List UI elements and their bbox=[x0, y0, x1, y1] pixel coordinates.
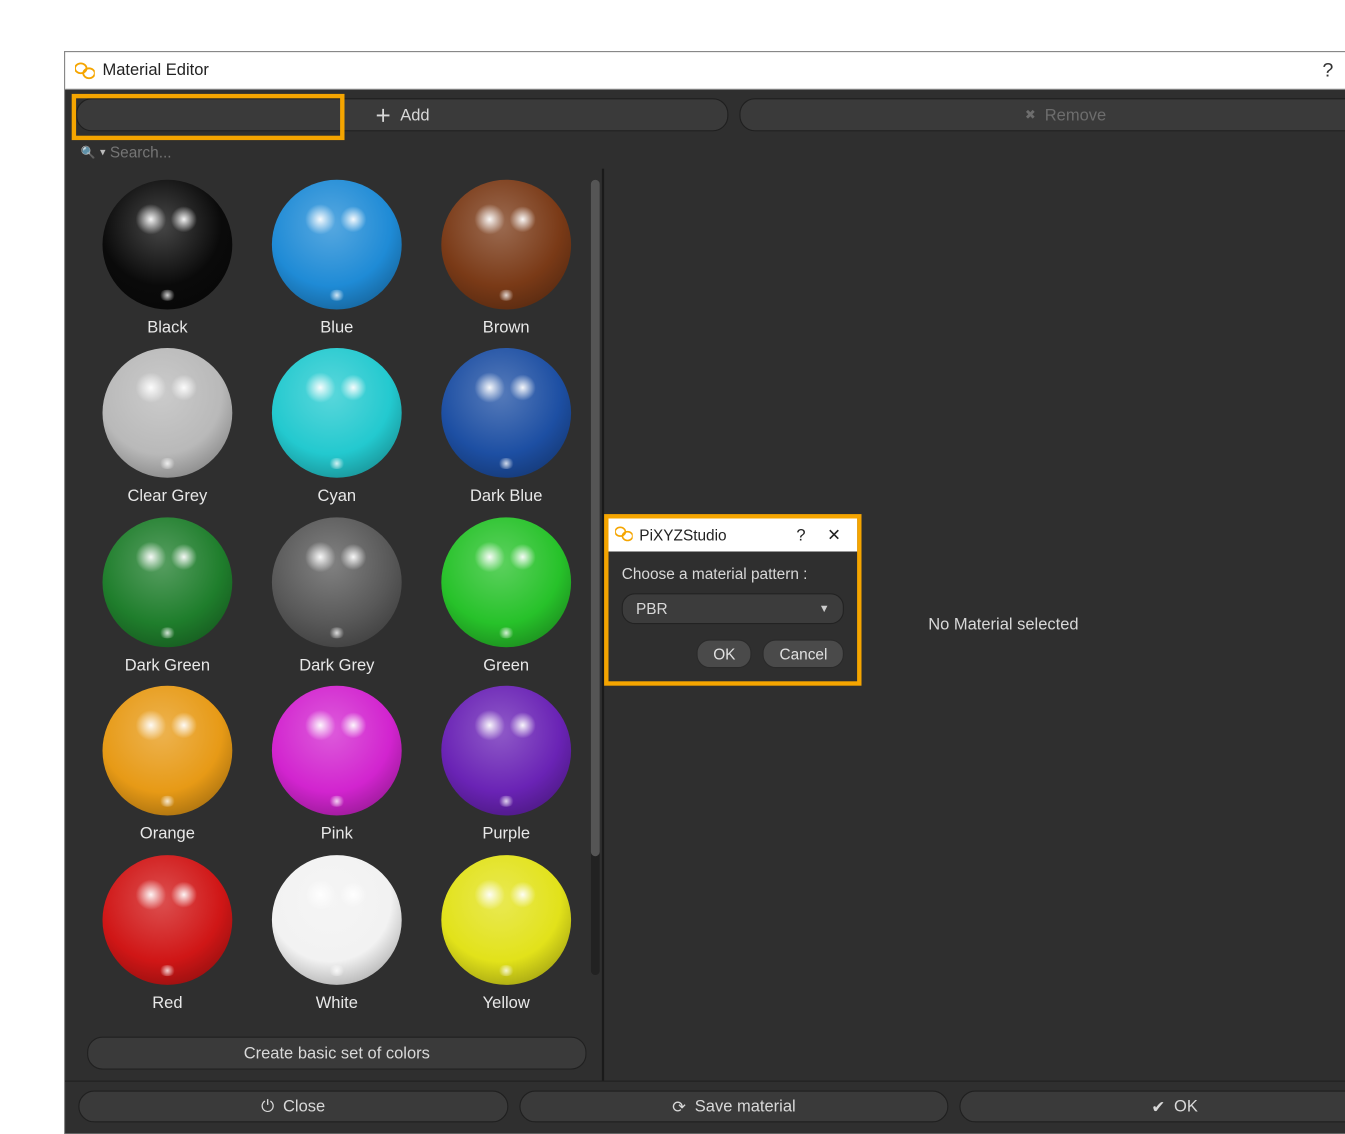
dialog-cancel-label: Cancel bbox=[779, 645, 827, 663]
create-basic-colors-label: Create basic set of colors bbox=[243, 1043, 429, 1062]
dialog-body: Choose a material pattern : PBR ▼ OK Can… bbox=[608, 551, 857, 681]
dialog-cancel-button[interactable]: Cancel bbox=[762, 639, 843, 668]
search-dropdown-icon[interactable]: ▾ bbox=[99, 146, 105, 158]
material-sphere-icon bbox=[441, 179, 571, 309]
dialog-help-button[interactable]: ? bbox=[784, 525, 817, 544]
dialog-title: PiXYZStudio bbox=[639, 526, 784, 544]
material-label: Cyan bbox=[317, 487, 356, 506]
material-editor-window: Material Editor ? ✕ ＋ Add ✖ Remove 🔍 ▾ B… bbox=[64, 51, 1345, 1134]
titlebar: Material Editor ? ✕ bbox=[65, 52, 1345, 89]
footer: ⏻ Close ⟳ Save material ✔ OK bbox=[65, 1080, 1345, 1133]
material-sphere-icon bbox=[102, 685, 232, 815]
remove-button-label: Remove bbox=[1044, 105, 1105, 124]
dialog-ok-button[interactable]: OK bbox=[696, 639, 751, 668]
material-label: Dark Grey bbox=[299, 655, 374, 674]
material-swatch[interactable]: Brown bbox=[423, 179, 588, 343]
create-basic-colors-button[interactable]: Create basic set of colors bbox=[87, 1036, 586, 1069]
search-row: 🔍 ▾ bbox=[65, 140, 1345, 169]
scrollbar[interactable] bbox=[590, 179, 599, 974]
material-label: Purple bbox=[482, 824, 530, 843]
material-swatch[interactable]: Red bbox=[84, 854, 249, 1018]
material-sphere-icon bbox=[441, 348, 571, 478]
material-swatch[interactable]: Black bbox=[84, 179, 249, 343]
power-icon: ⏻ bbox=[261, 1097, 274, 1116]
material-swatch[interactable]: Dark Blue bbox=[423, 348, 588, 512]
remove-button[interactable]: ✖ Remove bbox=[739, 98, 1345, 131]
add-button-label: Add bbox=[400, 105, 429, 124]
ok-label: OK bbox=[1174, 1097, 1198, 1116]
material-label: Clear Grey bbox=[127, 487, 207, 506]
dialog-buttons: OK Cancel bbox=[621, 639, 843, 668]
pattern-select-value: PBR bbox=[636, 599, 668, 617]
material-label: Dark Green bbox=[124, 655, 209, 674]
material-label: Green bbox=[483, 655, 529, 674]
refresh-icon: ⟳ bbox=[672, 1096, 686, 1116]
no-material-label: No Material selected bbox=[928, 615, 1078, 634]
material-swatch[interactable]: Dark Grey bbox=[254, 517, 419, 681]
material-sphere-icon bbox=[441, 854, 571, 984]
dialog-ok-label: OK bbox=[713, 645, 735, 663]
app-logo-icon bbox=[73, 59, 95, 81]
material-label: Black bbox=[147, 318, 187, 337]
material-sphere-icon bbox=[271, 179, 401, 309]
material-label: Dark Blue bbox=[469, 487, 541, 506]
material-label: Orange bbox=[139, 824, 194, 843]
dialog-close-button[interactable]: ✕ bbox=[817, 525, 850, 545]
material-swatch[interactable]: Yellow bbox=[423, 854, 588, 1018]
material-swatch[interactable]: Cyan bbox=[254, 348, 419, 512]
material-grid: Black Blue Brown Clear Grey Cyan Dark Blue Dar… bbox=[71, 168, 601, 1029]
material-swatch[interactable]: White bbox=[254, 854, 419, 1018]
save-label: Save material bbox=[694, 1097, 795, 1116]
material-swatch[interactable]: Blue bbox=[254, 179, 419, 343]
material-list-pane: Black Blue Brown Clear Grey Cyan Dark Blue Dar… bbox=[65, 168, 604, 1080]
remove-icon: ✖ bbox=[1024, 107, 1035, 122]
dialog-titlebar: PiXYZStudio ? ✕ bbox=[608, 518, 857, 551]
dialog-logo-icon bbox=[615, 525, 635, 545]
material-swatch[interactable]: Pink bbox=[254, 685, 419, 849]
material-sphere-icon bbox=[441, 685, 571, 815]
material-label: Brown bbox=[482, 318, 529, 337]
help-button[interactable]: ? bbox=[1305, 58, 1345, 81]
material-sphere-icon bbox=[271, 685, 401, 815]
material-label: Blue bbox=[320, 318, 353, 337]
material-sphere-icon bbox=[271, 348, 401, 478]
check-icon: ✔ bbox=[1151, 1096, 1165, 1116]
material-sphere-icon bbox=[271, 854, 401, 984]
material-label: Yellow bbox=[482, 993, 529, 1012]
material-swatch[interactable]: Dark Green bbox=[84, 517, 249, 681]
material-sphere-icon bbox=[102, 517, 232, 647]
plus-icon: ＋ bbox=[374, 103, 391, 126]
ok-button[interactable]: ✔ OK bbox=[959, 1090, 1345, 1122]
scrollbar-thumb[interactable] bbox=[590, 179, 599, 855]
material-sphere-icon bbox=[102, 854, 232, 984]
material-label: White bbox=[315, 993, 357, 1012]
material-swatch[interactable]: Orange bbox=[84, 685, 249, 849]
material-sphere-icon bbox=[102, 348, 232, 478]
search-icon: 🔍 bbox=[80, 145, 95, 159]
material-swatch[interactable]: Clear Grey bbox=[84, 348, 249, 512]
dialog-prompt: Choose a material pattern : bbox=[621, 564, 843, 582]
material-label: Pink bbox=[320, 824, 352, 843]
add-button[interactable]: ＋ Add bbox=[76, 98, 728, 131]
close-label: Close bbox=[283, 1097, 325, 1116]
caret-down-icon: ▼ bbox=[818, 602, 829, 614]
save-material-button[interactable]: ⟳ Save material bbox=[519, 1090, 949, 1122]
material-swatch[interactable]: Green bbox=[423, 517, 588, 681]
window-title: Material Editor bbox=[102, 60, 1305, 79]
pattern-dialog: PiXYZStudio ? ✕ Choose a material patter… bbox=[604, 514, 861, 686]
material-swatch[interactable]: Purple bbox=[423, 685, 588, 849]
material-sphere-icon bbox=[441, 517, 571, 647]
material-sphere-icon bbox=[271, 517, 401, 647]
search-input[interactable] bbox=[109, 143, 1345, 161]
material-label: Red bbox=[152, 993, 182, 1012]
pattern-select[interactable]: PBR ▼ bbox=[621, 593, 843, 624]
toolbar: ＋ Add ✖ Remove bbox=[65, 89, 1345, 140]
close-button[interactable]: ⏻ Close bbox=[78, 1090, 508, 1122]
material-sphere-icon bbox=[102, 179, 232, 309]
